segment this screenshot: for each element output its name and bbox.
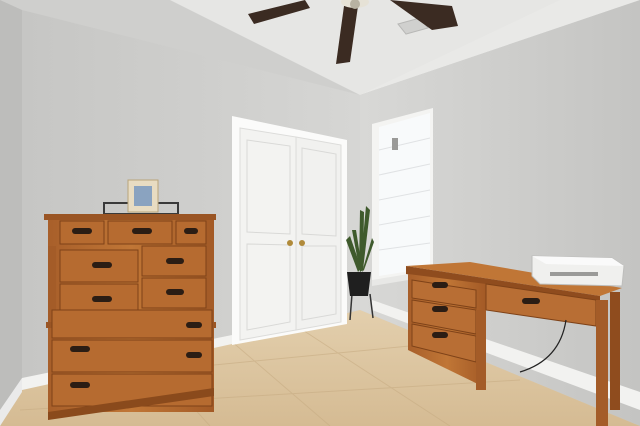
printer-icon (531, 255, 625, 287)
closet-double-door (232, 116, 347, 345)
door-knob-left (287, 240, 293, 246)
chest-of-drawers (44, 179, 216, 420)
bedroom-photo (0, 0, 640, 426)
window-with-blinds (372, 108, 433, 286)
door-knob-right (299, 240, 305, 246)
left-wall (0, 0, 22, 426)
